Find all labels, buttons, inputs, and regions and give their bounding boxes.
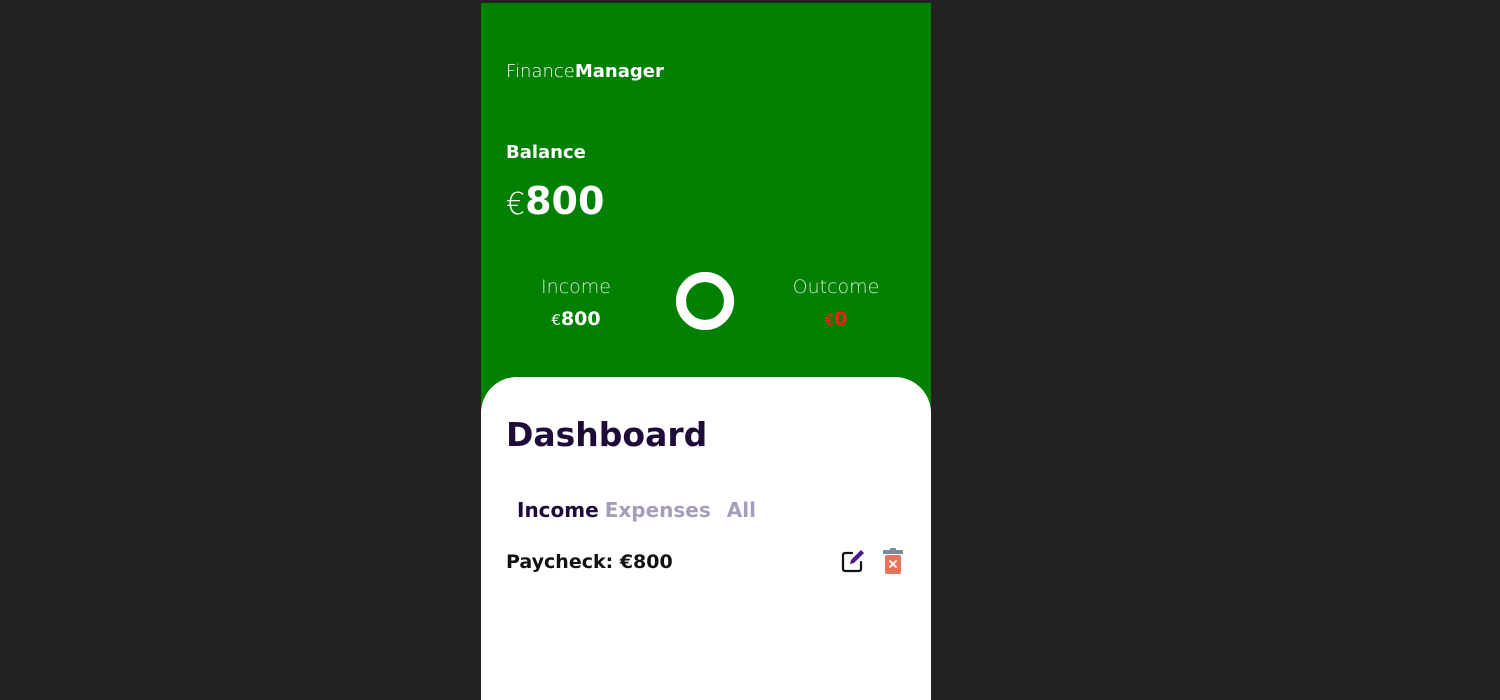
edit-button[interactable]	[840, 547, 866, 575]
logo-text-light: Finance	[506, 61, 575, 82]
app-screen: FinanceManager Balance €800 Income €800 …	[481, 3, 931, 700]
transaction-actions	[840, 547, 906, 575]
income-amount: 800	[560, 308, 601, 330]
trash-icon	[883, 548, 903, 574]
outcome-label: Outcome	[792, 276, 880, 298]
tab-income[interactable]: Income	[517, 498, 599, 522]
dashboard-title: Dashboard	[506, 415, 708, 454]
outcome-value: €0	[766, 308, 906, 330]
app-logo: FinanceManager	[506, 61, 664, 82]
transaction-row: Paycheck: €800	[506, 548, 906, 581]
tab-all[interactable]: All	[727, 498, 756, 522]
income-outcome-ring-chart	[676, 272, 734, 330]
income-value: €800	[506, 308, 646, 330]
ring-income-arc	[676, 272, 734, 330]
balance-currency: €	[506, 187, 526, 222]
delete-button[interactable]	[880, 547, 906, 575]
income-label: Income	[541, 276, 611, 298]
income-summary: Income €800	[506, 276, 646, 330]
transaction-label: Paycheck: €800	[506, 551, 673, 573]
edit-icon	[841, 550, 864, 573]
balance-label: Balance	[506, 142, 586, 163]
outcome-amount: 0	[834, 308, 848, 330]
dashboard-card: Dashboard Income Expenses All Paycheck: €8…	[481, 377, 931, 700]
tab-expenses[interactable]: Expenses	[605, 498, 711, 522]
balance-amount: €800	[506, 179, 604, 223]
outcome-summary: Outcome €0	[766, 276, 906, 330]
logo-text-bold: Manager	[574, 61, 664, 82]
income-currency: €	[551, 311, 561, 329]
filter-tabs: Income Expenses All	[517, 498, 756, 522]
balance-value: 800	[525, 179, 605, 223]
outcome-currency: €	[824, 311, 835, 329]
